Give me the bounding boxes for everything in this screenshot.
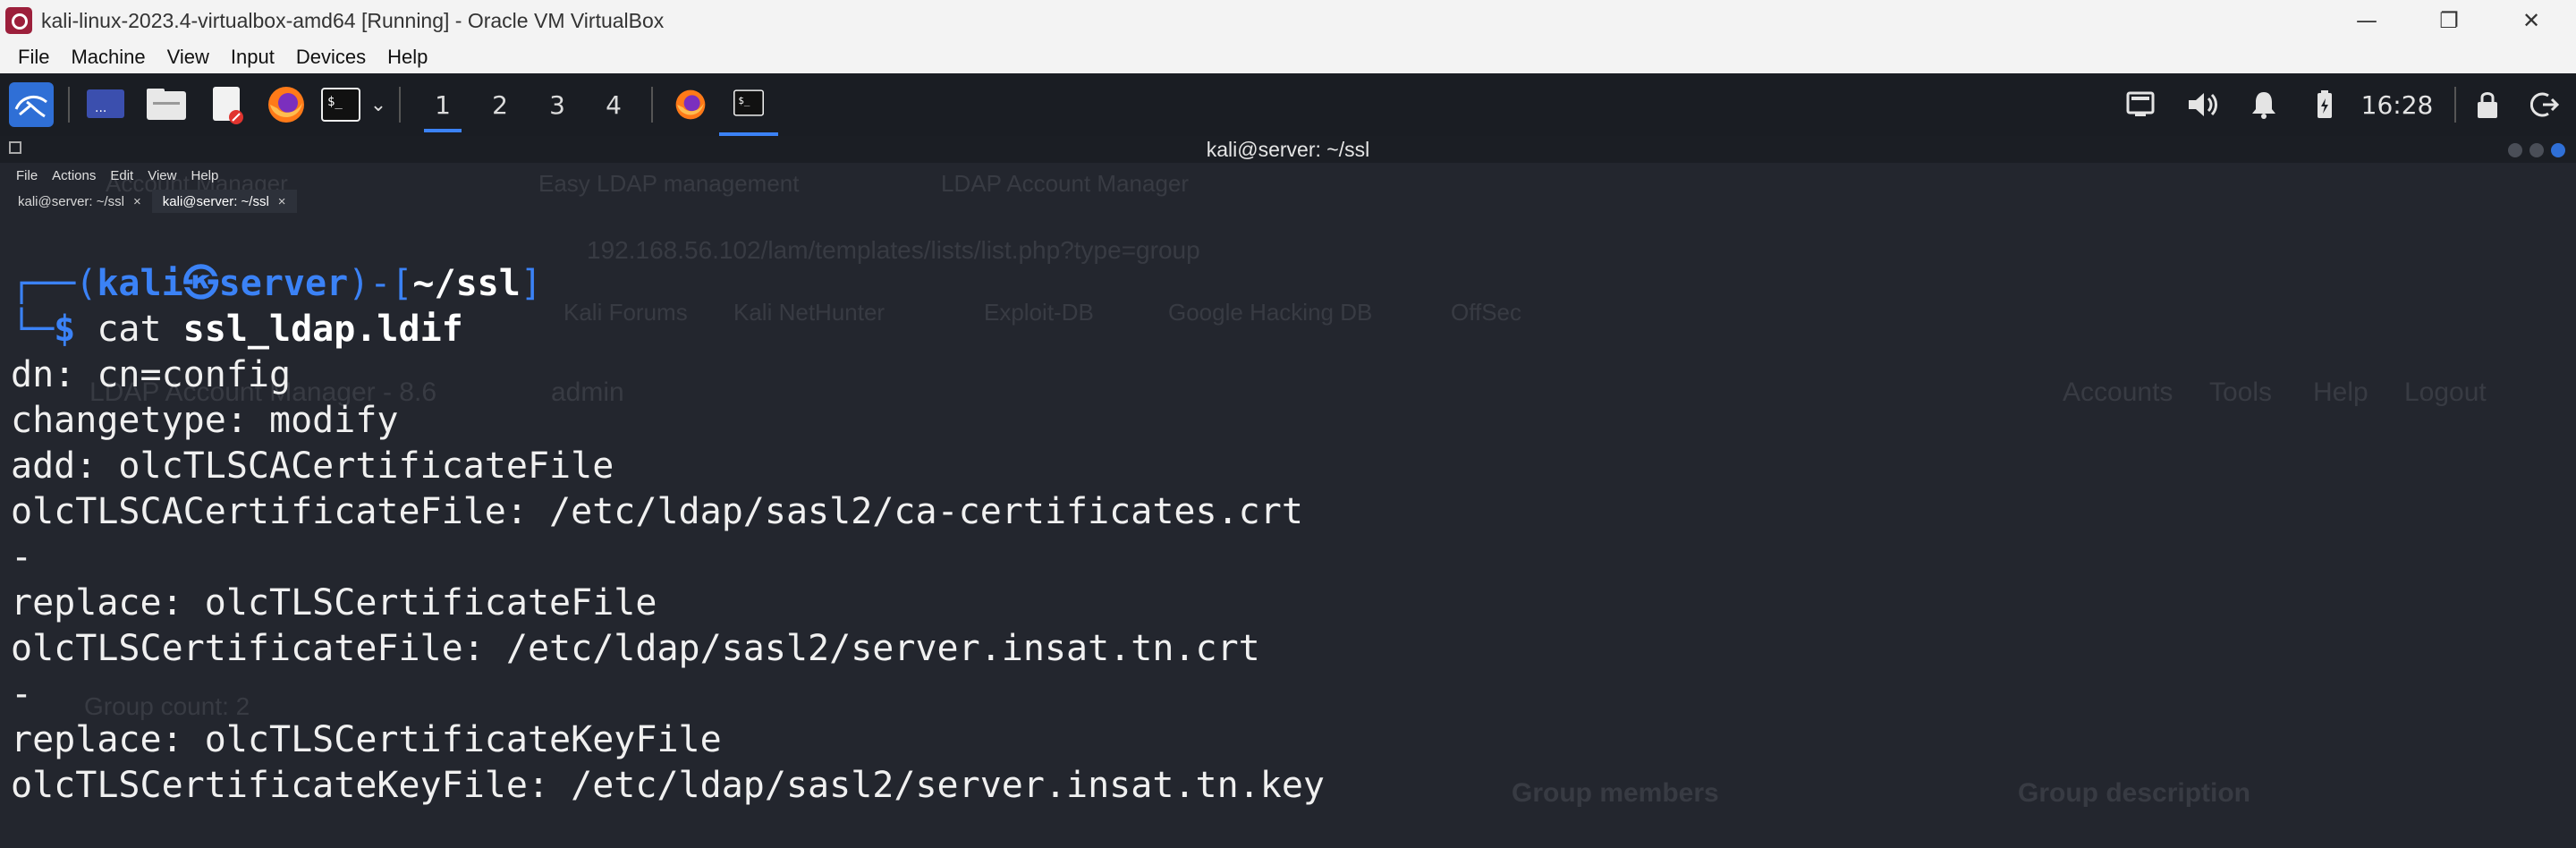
file-manager-icon[interactable] (143, 73, 190, 136)
ghost-nav: Tools (2209, 377, 2273, 407)
output-line: changetype: modify (11, 400, 399, 441)
terminal-tab-label: kali@server: ~/ssl (18, 193, 125, 209)
terminal-menu-view[interactable]: View (140, 168, 183, 183)
panel-separator (2454, 87, 2456, 123)
notifications-bell-icon[interactable] (2241, 73, 2286, 136)
ghost-column-header: Group members (1512, 778, 1719, 808)
output-line: olcTLSCACertificateFile: /etc/ldap/sasl2… (11, 491, 1303, 532)
command-word: cat (97, 309, 183, 350)
panel-clock[interactable]: 16:28 (2352, 73, 2442, 136)
prompt-line-2: └─$ cat ssl_ldap.ldif (11, 309, 463, 350)
host-window-title: kali-linux-2023.4-virtualbox-amd64 [Runn… (41, 8, 665, 32)
menu-view[interactable]: View (157, 46, 220, 69)
minimize-button[interactable]: — (2326, 0, 2408, 41)
kali-menu-icon[interactable] (5, 73, 57, 136)
terminal-menu-file[interactable]: File (9, 168, 45, 183)
terminal-tab-active[interactable]: kali@server: ~/ssl × (151, 190, 297, 213)
show-desktop-icon[interactable]: ... (82, 73, 129, 136)
volume-icon[interactable] (2179, 73, 2227, 136)
terminal-title: kali@server: ~/ssl (1206, 137, 1370, 161)
output-line: replace: olcTLSCertificateFile (11, 582, 657, 623)
terminal-minimize-button[interactable] (2508, 143, 2522, 157)
menu-devices[interactable]: Devices (285, 46, 377, 69)
close-tab-icon[interactable]: × (278, 194, 286, 209)
output-line: olcTLSCertificateKeyFile: /etc/ldap/sasl… (11, 765, 1326, 806)
text-editor-icon[interactable] (204, 73, 250, 136)
ghost-nav: Logout (2404, 377, 2487, 407)
ghost-column-header: Group description (2018, 778, 2251, 808)
terminal-close-button[interactable] (2551, 143, 2565, 157)
menu-file[interactable]: File (7, 46, 60, 69)
menu-input[interactable]: Input (220, 46, 285, 69)
output-line: replace: olcTLSCertificateKeyFile (11, 719, 722, 760)
terminal-output[interactable]: ┌──(kali㉿server)-[~/ssl] └─$ cat ssl_ldap… (11, 261, 1325, 809)
lock-screen-icon[interactable] (2465, 73, 2510, 136)
menu-help[interactable]: Help (377, 46, 438, 69)
terminal-tab-bar: kali@server: ~/ssl × kali@server: ~/ssl … (0, 188, 2576, 215)
terminal-tab[interactable]: kali@server: ~/ssl × (7, 190, 152, 213)
output-line: olcTLSCertificateFile: /etc/ldap/sasl2/s… (11, 628, 1260, 669)
svg-text:$_: $_ (738, 95, 750, 106)
chevron-down-icon[interactable]: ⌄ (365, 73, 392, 136)
workspace-1[interactable]: 1 (417, 73, 469, 136)
workspace-3[interactable]: 3 (531, 73, 583, 136)
terminal-menu-actions[interactable]: Actions (45, 168, 103, 183)
terminal-window-button[interactable]: $_ (719, 73, 778, 136)
firefox-icon[interactable] (263, 73, 309, 136)
panel-separator (68, 87, 70, 123)
terminal-menu-help[interactable]: Help (183, 168, 225, 183)
terminal-window-icon (9, 141, 21, 154)
svg-text:...: ... (95, 101, 106, 115)
firefox-window-button[interactable] (667, 73, 714, 136)
terminal-window[interactable]: Account Manager Easy LDAP management LDA… (0, 136, 2576, 848)
ghost-nav: Help (2313, 377, 2368, 407)
menu-machine[interactable]: Machine (60, 46, 156, 69)
output-line: dn: cn=config (11, 354, 292, 395)
ghost-nav: Accounts (2063, 377, 2174, 407)
terminal-titlebar[interactable]: kali@server: ~/ssl (0, 136, 2576, 163)
restore-button[interactable]: ❐ (2408, 0, 2490, 41)
terminal-menu-edit[interactable]: Edit (103, 168, 140, 183)
terminal-maximize-button[interactable] (2529, 143, 2544, 157)
host-titlebar: kali-linux-2023.4-virtualbox-amd64 [Runn… (0, 0, 2576, 41)
kali-panel: ... $_ ⌄ 1 2 3 4 $_ 16:28 (0, 73, 2576, 136)
virtualbox-app-icon (5, 7, 32, 34)
terminal-tab-label: kali@server: ~/ssl (162, 193, 269, 209)
vbox-menubar: File Machine View Input Devices Help (0, 41, 2576, 73)
display-icon[interactable] (2118, 73, 2163, 136)
command-argument: ssl_ldap.ldif (182, 309, 463, 350)
close-tab-icon[interactable]: × (133, 194, 141, 209)
workspace-4[interactable]: 4 (588, 73, 640, 136)
kali-at-icon: ㉿ (182, 263, 219, 304)
output-line: add: olcTLSCACertificateFile (11, 445, 614, 487)
panel-separator (651, 87, 653, 123)
ghost-bookmark: OffSec (1451, 299, 1522, 326)
terminal-launcher-icon[interactable]: $_ (318, 73, 363, 136)
prompt-line-1: ┌──(kali㉿server)-[~/ssl] (11, 263, 542, 304)
svg-text:$_: $_ (327, 95, 343, 109)
close-button[interactable]: ✕ (2490, 0, 2572, 41)
logout-icon[interactable] (2522, 73, 2567, 136)
battery-icon[interactable] (2302, 73, 2347, 136)
workspace-2[interactable]: 2 (474, 73, 526, 136)
output-line: - (11, 537, 33, 578)
output-line: - (11, 674, 33, 715)
panel-separator (399, 87, 401, 123)
terminal-menubar: File Actions Edit View Help (0, 163, 2576, 188)
